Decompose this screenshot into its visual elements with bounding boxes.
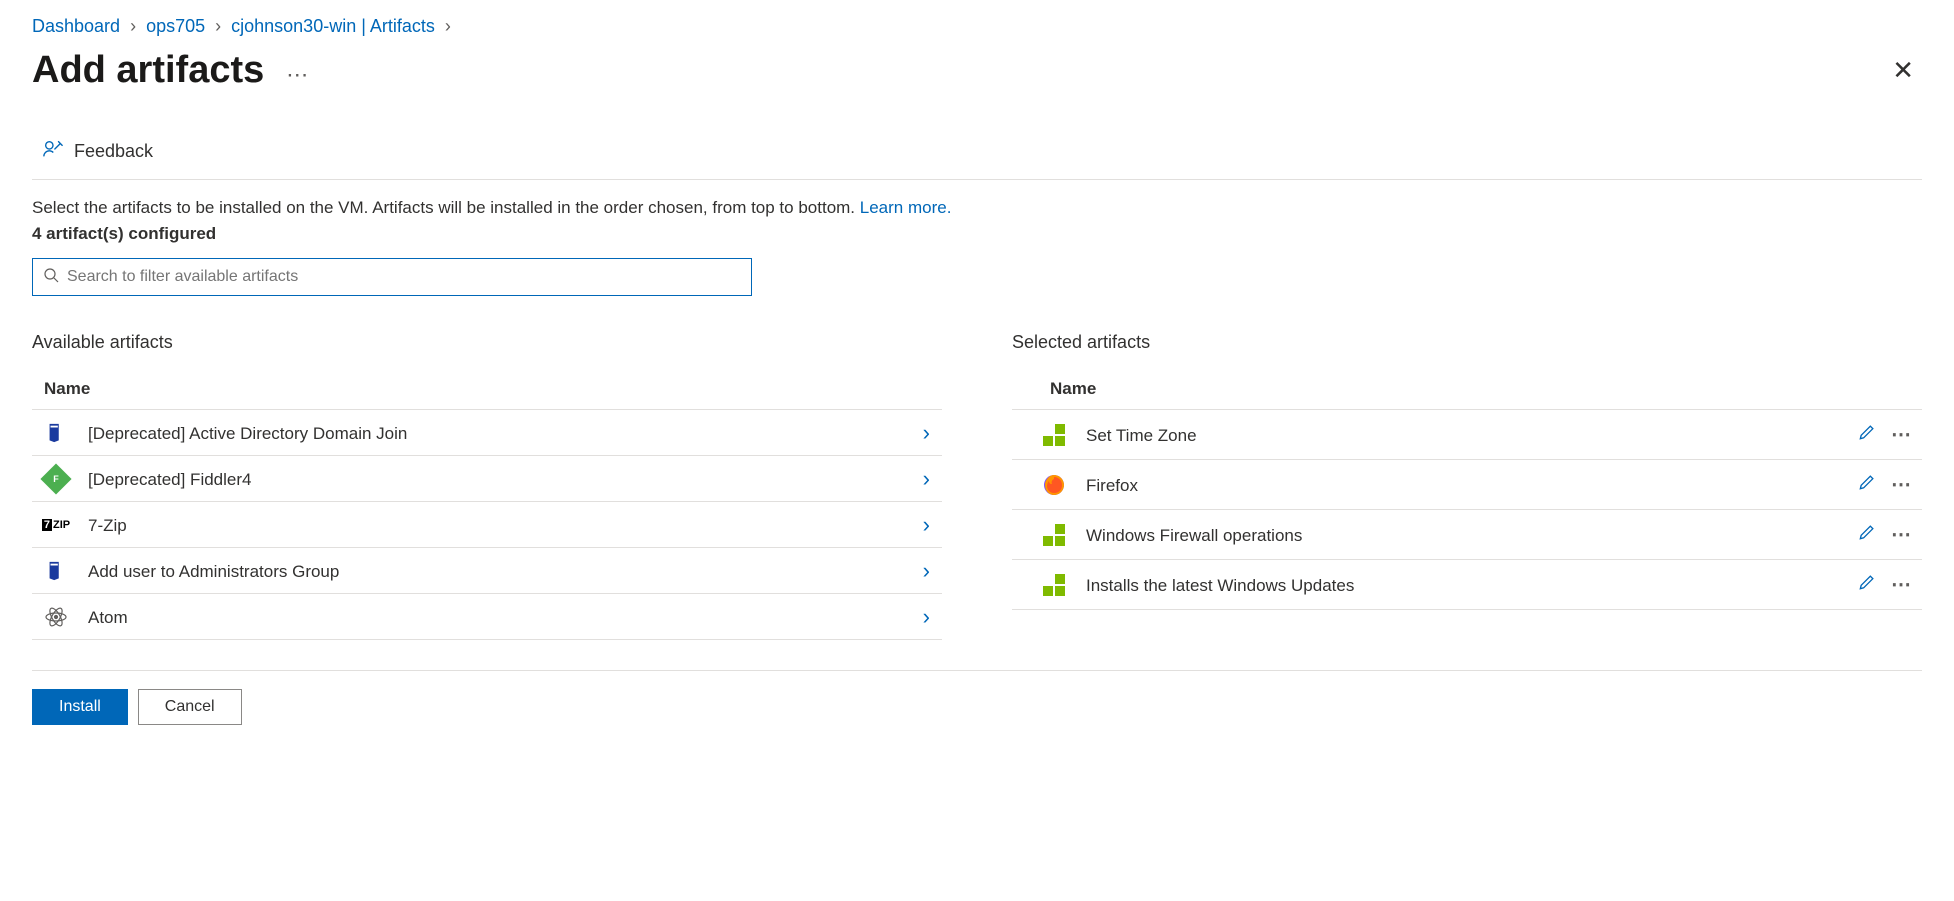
- atom-icon: [42, 603, 70, 631]
- artifact-name: 7-Zip: [88, 514, 917, 536]
- row-more-button[interactable]: ⋯: [1887, 422, 1916, 447]
- chevron-right-icon: ›: [130, 16, 136, 37]
- edit-button[interactable]: [1853, 518, 1881, 551]
- available-row[interactable]: [Deprecated] Active Directory Domain Joi…: [32, 410, 942, 456]
- firefox-icon: [1040, 471, 1068, 499]
- more-actions-button[interactable]: ⋯: [286, 64, 309, 86]
- page-title: Add artifacts: [32, 49, 264, 92]
- breadcrumb: Dashboard › ops705 › cjohnson30-win | Ar…: [32, 16, 1922, 37]
- selected-name-header: Name: [1012, 371, 1922, 410]
- selected-row[interactable]: Windows Firewall operations ⋯: [1012, 510, 1922, 560]
- fiddler-icon: F: [42, 465, 70, 493]
- selected-artifacts-heading: Selected artifacts: [1012, 332, 1922, 353]
- edit-button[interactable]: [1853, 418, 1881, 451]
- tiles-icon: [1040, 571, 1068, 599]
- available-artifacts-panel: Available artifacts Name [Deprecated] Ac…: [32, 332, 942, 640]
- available-artifacts-heading: Available artifacts: [32, 332, 942, 353]
- search-icon: [43, 267, 59, 288]
- available-row[interactable]: 7ZIP 7-Zip ›: [32, 502, 942, 548]
- install-button[interactable]: Install: [32, 689, 128, 725]
- selected-row[interactable]: Set Time Zone ⋯: [1012, 410, 1922, 460]
- artifact-name: Installs the latest Windows Updates: [1086, 574, 1853, 596]
- footer-actions: Install Cancel: [32, 670, 1922, 743]
- breadcrumb-item-ops705[interactable]: ops705: [146, 16, 205, 37]
- server-icon: [42, 557, 70, 585]
- breadcrumb-item-artifacts[interactable]: cjohnson30-win | Artifacts: [231, 16, 435, 37]
- close-button[interactable]: ✕: [1884, 51, 1922, 90]
- artifact-name: [Deprecated] Fiddler4: [88, 468, 917, 490]
- add-artifact-button[interactable]: ›: [917, 420, 936, 446]
- add-artifact-button[interactable]: ›: [917, 604, 936, 630]
- available-row[interactable]: Add user to Administrators Group ›: [32, 548, 942, 594]
- artifact-name: Add user to Administrators Group: [88, 560, 917, 582]
- add-artifact-button[interactable]: ›: [917, 512, 936, 538]
- add-artifact-button[interactable]: ›: [917, 466, 936, 492]
- search-input-wrapper[interactable]: [32, 258, 752, 296]
- artifact-name: Firefox: [1086, 474, 1853, 496]
- edit-button[interactable]: [1853, 468, 1881, 501]
- description-text: Select the artifacts to be installed on …: [32, 198, 1922, 218]
- edit-button[interactable]: [1853, 568, 1881, 601]
- feedback-icon: [42, 138, 64, 165]
- available-row[interactable]: Atom ›: [32, 594, 942, 640]
- server-icon: [42, 419, 70, 447]
- artifact-name: [Deprecated] Active Directory Domain Joi…: [88, 422, 917, 444]
- add-artifact-button[interactable]: ›: [917, 558, 936, 584]
- row-more-button[interactable]: ⋯: [1887, 572, 1916, 597]
- chevron-right-icon: ›: [215, 16, 221, 37]
- 7zip-icon: 7ZIP: [42, 511, 70, 539]
- tiles-icon: [1040, 521, 1068, 549]
- selected-row[interactable]: Installs the latest Windows Updates ⋯: [1012, 560, 1922, 610]
- search-input[interactable]: [59, 264, 741, 290]
- breadcrumb-item-dashboard[interactable]: Dashboard: [32, 16, 120, 37]
- artifact-name: Atom: [88, 606, 917, 628]
- feedback-link[interactable]: Feedback: [74, 141, 153, 162]
- artifact-name: Set Time Zone: [1086, 424, 1853, 446]
- available-name-header: Name: [32, 371, 942, 410]
- selected-artifacts-panel: Selected artifacts Name Set Time Zone ⋯ …: [1012, 332, 1922, 640]
- cancel-button[interactable]: Cancel: [138, 689, 242, 725]
- learn-more-link[interactable]: Learn more.: [860, 198, 952, 217]
- row-more-button[interactable]: ⋯: [1887, 472, 1916, 497]
- configured-count: 4 artifact(s) configured: [32, 224, 1922, 244]
- tiles-icon: [1040, 421, 1068, 449]
- artifact-name: Windows Firewall operations: [1086, 524, 1853, 546]
- selected-row[interactable]: Firefox ⋯: [1012, 460, 1922, 510]
- row-more-button[interactable]: ⋯: [1887, 522, 1916, 547]
- chevron-right-icon: ›: [445, 16, 451, 37]
- available-row[interactable]: F [Deprecated] Fiddler4 ›: [32, 456, 942, 502]
